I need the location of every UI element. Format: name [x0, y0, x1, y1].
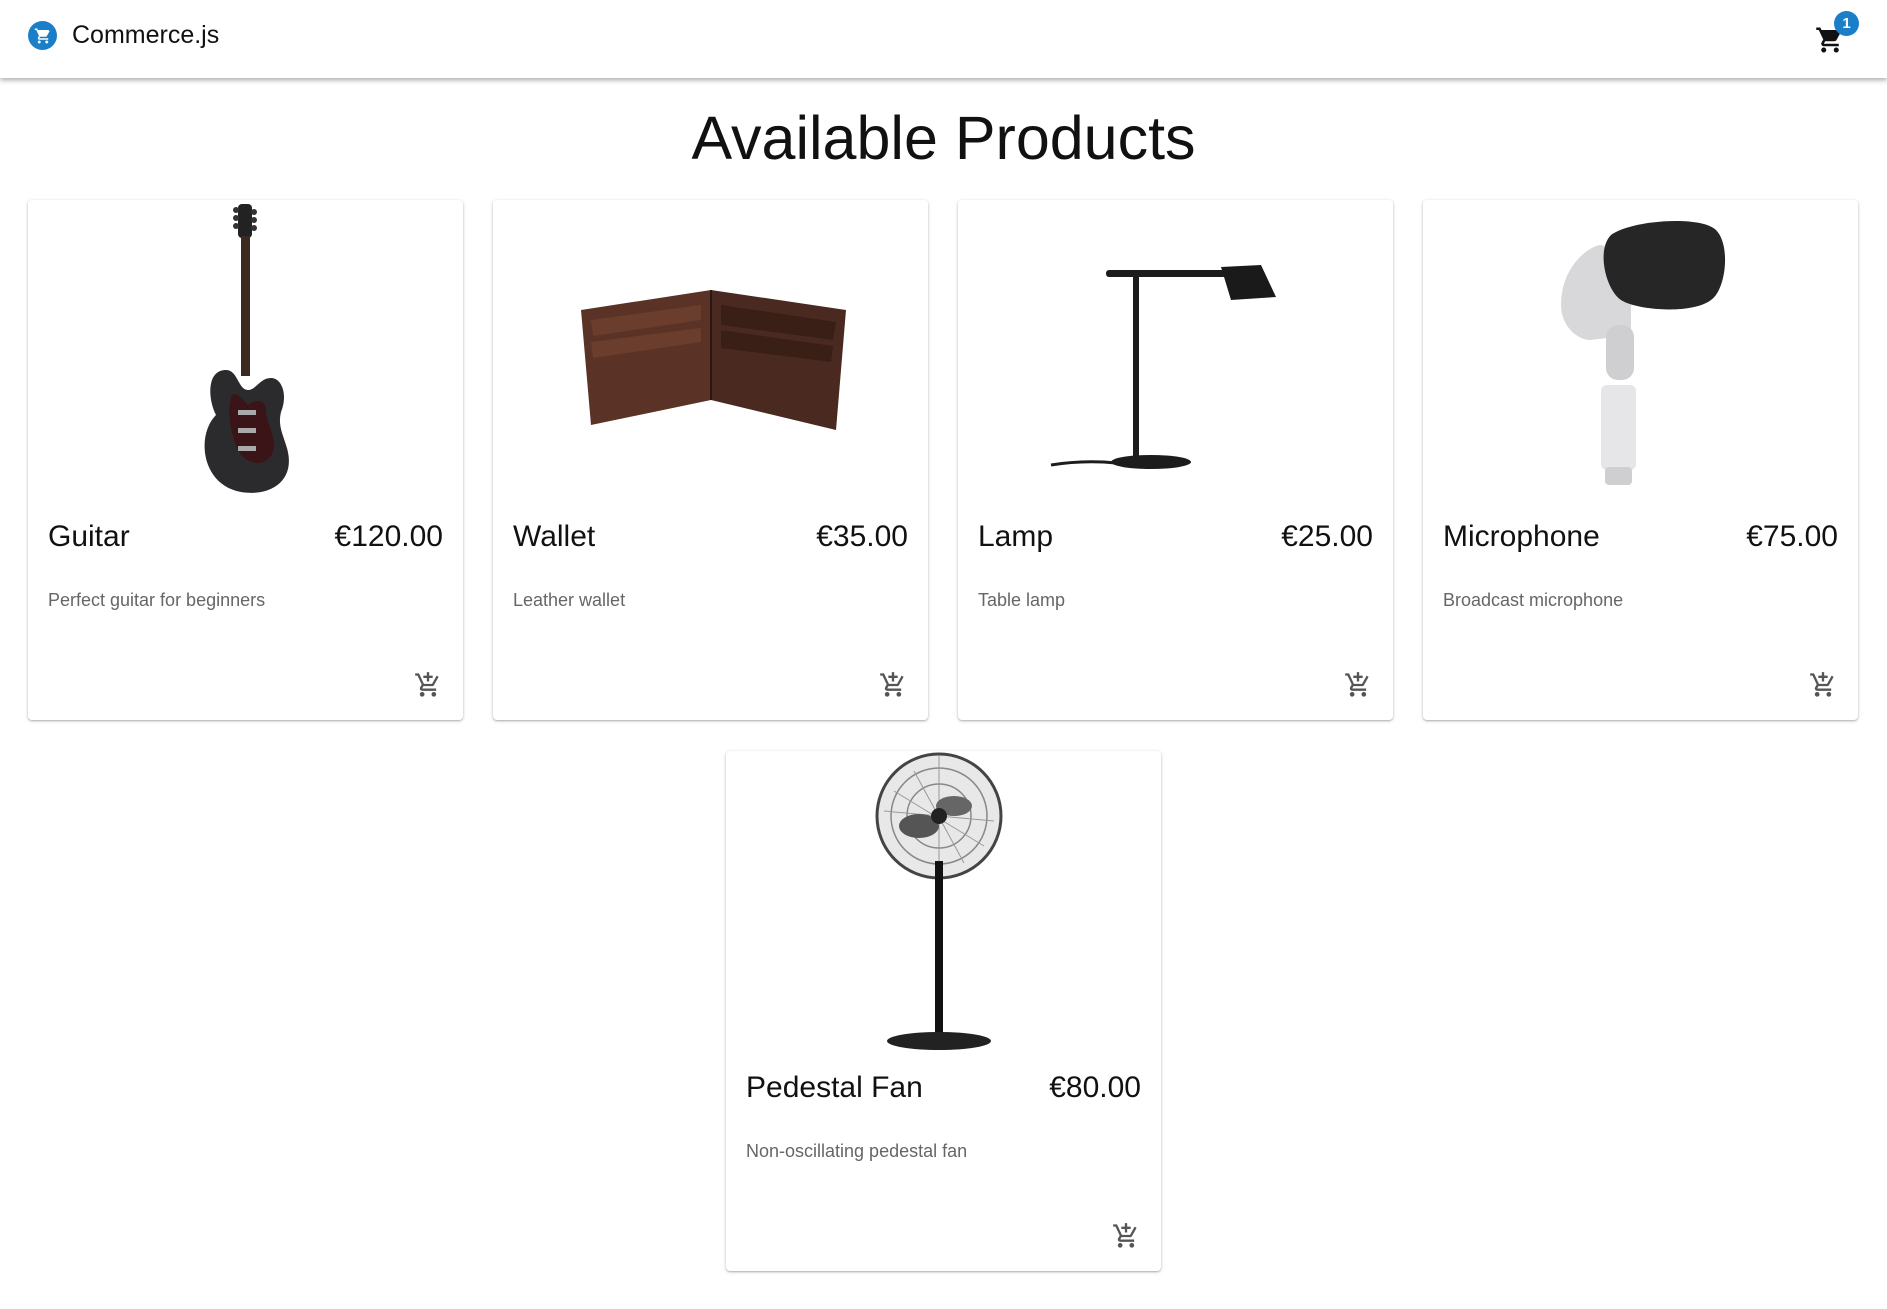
- brand-logo-icon: [28, 21, 57, 50]
- product-name: Pedestal Fan: [746, 1071, 923, 1104]
- cart-count-badge: 1: [1834, 11, 1859, 36]
- product-description: Perfect guitar for beginners: [48, 590, 266, 610]
- product-description: Non-oscillating pedestal fan: [746, 1141, 968, 1161]
- product-name: Wallet: [513, 520, 596, 553]
- product-card-microphone: Microphone €75.00 Broadcast microphone: [1423, 200, 1858, 720]
- product-price: €80.00: [1049, 1071, 1141, 1104]
- add-shopping-cart-icon: [415, 672, 439, 697]
- product-name: Lamp: [978, 520, 1054, 553]
- product-price: €75.00: [1746, 520, 1838, 553]
- product-card-pedestal-fan: Pedestal Fan €80.00 Non-oscillating pede…: [726, 751, 1161, 1271]
- app-bar: Commerce.js 1: [0, 0, 1887, 78]
- product-image-wallet: [493, 200, 928, 500]
- product-card-lamp: Lamp €25.00 Table lamp: [958, 200, 1393, 720]
- add-to-cart-button[interactable]: [876, 668, 910, 702]
- product-image-microphone: [1423, 200, 1858, 500]
- product-card-wallet: Wallet €35.00 Leather wallet: [493, 200, 928, 720]
- product-price: €120.00: [334, 520, 443, 553]
- add-to-cart-button[interactable]: [1341, 668, 1375, 702]
- page-title: Available Products: [691, 104, 1196, 172]
- product-image-guitar: [28, 200, 463, 500]
- add-shopping-cart-icon: [880, 672, 904, 697]
- product-description: Leather wallet: [513, 590, 626, 610]
- add-shopping-cart-icon: [1345, 672, 1369, 697]
- add-to-cart-button[interactable]: [411, 668, 445, 702]
- product-description: Table lamp: [978, 590, 1066, 610]
- add-to-cart-button[interactable]: [1109, 1219, 1143, 1253]
- add-to-cart-button[interactable]: [1806, 668, 1840, 702]
- product-image-pedestal-fan: [726, 751, 1161, 1051]
- product-price: €25.00: [1281, 520, 1373, 553]
- brand[interactable]: Commerce.js: [28, 21, 219, 50]
- brand-title: Commerce.js: [72, 21, 220, 49]
- product-name: Microphone: [1443, 520, 1600, 553]
- product-price: €35.00: [816, 520, 908, 553]
- add-shopping-cart-icon: [1113, 1223, 1137, 1248]
- product-name: Guitar: [48, 520, 130, 553]
- add-shopping-cart-icon: [1810, 672, 1834, 697]
- product-description: Broadcast microphone: [1443, 590, 1624, 610]
- product-card-guitar: Guitar €120.00 Perfect guitar for beginn…: [28, 200, 463, 720]
- product-image-lamp: [958, 200, 1393, 500]
